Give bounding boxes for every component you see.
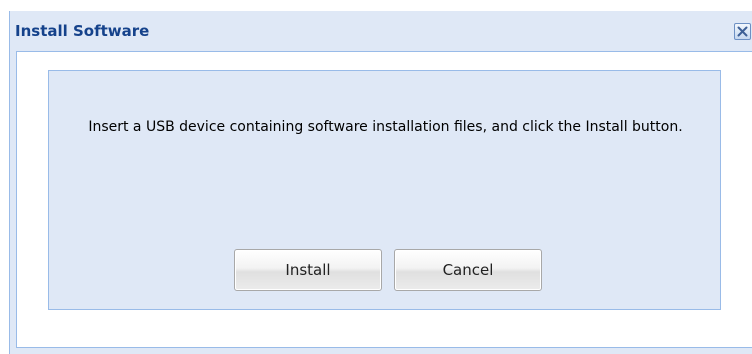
message-panel: Insert a USB device containing software … — [48, 70, 721, 310]
close-button[interactable] — [734, 23, 751, 40]
instruction-message: Insert a USB device containing software … — [88, 119, 683, 135]
close-icon — [737, 26, 748, 37]
cancel-button[interactable]: Cancel — [394, 249, 542, 291]
install-software-dialog: Install Software Insert a USB device con… — [9, 11, 752, 354]
dialog-title: Install Software — [15, 22, 150, 40]
install-button[interactable]: Install — [234, 249, 382, 291]
dialog-body: Insert a USB device containing software … — [16, 51, 752, 348]
dialog-titlebar[interactable]: Install Software — [10, 11, 752, 51]
